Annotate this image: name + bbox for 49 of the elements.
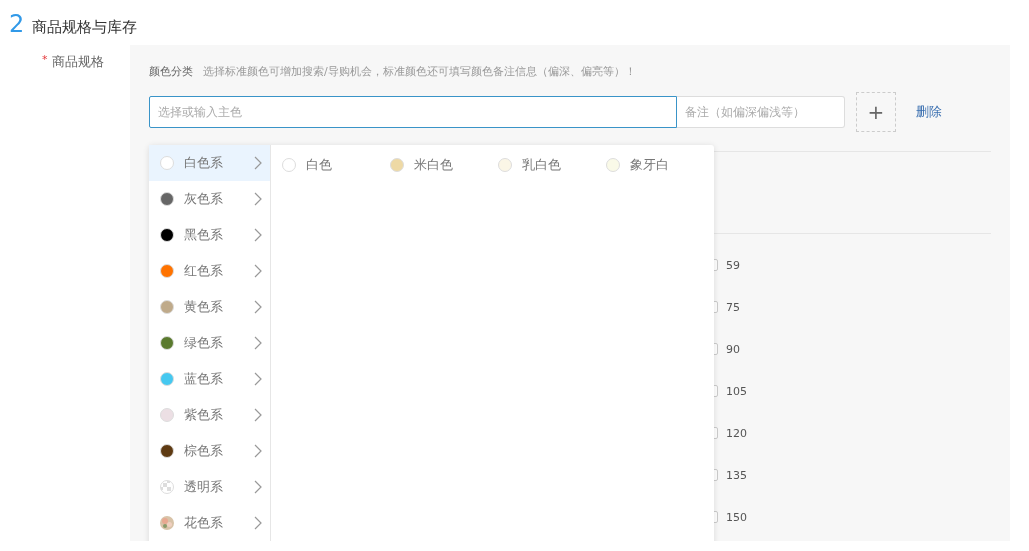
color-category-item[interactable]: 棕色系: [149, 433, 270, 469]
chevron-right-icon: [254, 192, 262, 206]
size-label: 120: [726, 426, 747, 440]
chevron-right-icon: [254, 300, 262, 314]
size-label: 105: [726, 384, 747, 398]
color-option-label: 象牙白: [630, 156, 669, 174]
section-number: 2: [9, 10, 25, 38]
color-category-item[interactable]: 白色系: [149, 145, 270, 181]
color-category-item[interactable]: 红色系: [149, 253, 270, 289]
size-label: 135: [726, 468, 747, 482]
chevron-right-icon: [254, 372, 262, 386]
chevron-right-icon: [254, 156, 262, 170]
chevron-right-icon: [254, 336, 262, 350]
size-label: 90: [726, 342, 740, 356]
size-label: 59: [726, 258, 740, 272]
color-option[interactable]: 乳白色: [498, 156, 606, 174]
floral-swatch-icon: [160, 516, 174, 530]
chevron-right-icon: [254, 228, 262, 242]
note-field[interactable]: 备注（如偏深偏浅等）: [677, 96, 845, 128]
color-option[interactable]: 白色: [282, 156, 390, 174]
chevron-right-icon: [254, 408, 262, 422]
field-label: 商品规格: [51, 53, 104, 71]
color-category-item[interactable]: 花色系: [149, 505, 270, 541]
color-category-item[interactable]: 蓝色系: [149, 361, 270, 397]
color-option-label: 白色: [306, 156, 332, 174]
add-button[interactable]: +: [856, 92, 896, 132]
chevron-right-icon: [254, 444, 262, 458]
color-category-item[interactable]: 黑色系: [149, 217, 270, 253]
color-category-item[interactable]: 紫色系: [149, 397, 270, 433]
color-category-item[interactable]: 灰色系: [149, 181, 270, 217]
section-title: 商品规格与库存: [32, 18, 138, 37]
required-mark: *: [42, 53, 48, 66]
chevron-right-icon: [254, 516, 262, 530]
group-label: 颜色分类: [149, 63, 193, 79]
color-category-item[interactable]: 绿色系: [149, 325, 270, 361]
main-color-field[interactable]: 选择或输入主色: [149, 96, 677, 128]
delete-link[interactable]: 删除: [916, 103, 942, 121]
chevron-right-icon: [254, 480, 262, 494]
size-label: 150: [726, 510, 747, 524]
color-option[interactable]: 米白色: [390, 156, 498, 174]
color-category-item[interactable]: 黄色系: [149, 289, 270, 325]
chevron-right-icon: [254, 264, 262, 278]
color-option-label: 乳白色: [522, 156, 561, 174]
color-category-item[interactable]: 透明系: [149, 469, 270, 505]
color-option-label: 米白色: [414, 156, 453, 174]
size-label: 75: [726, 300, 740, 314]
color-option[interactable]: 象牙白: [606, 156, 714, 174]
checkered-swatch-icon: [160, 480, 174, 494]
hint-text: 选择标准颜色可增加搜索/导购机会，标准颜色还可填写颜色备注信息（偏深、偏亮等）！: [203, 63, 636, 79]
